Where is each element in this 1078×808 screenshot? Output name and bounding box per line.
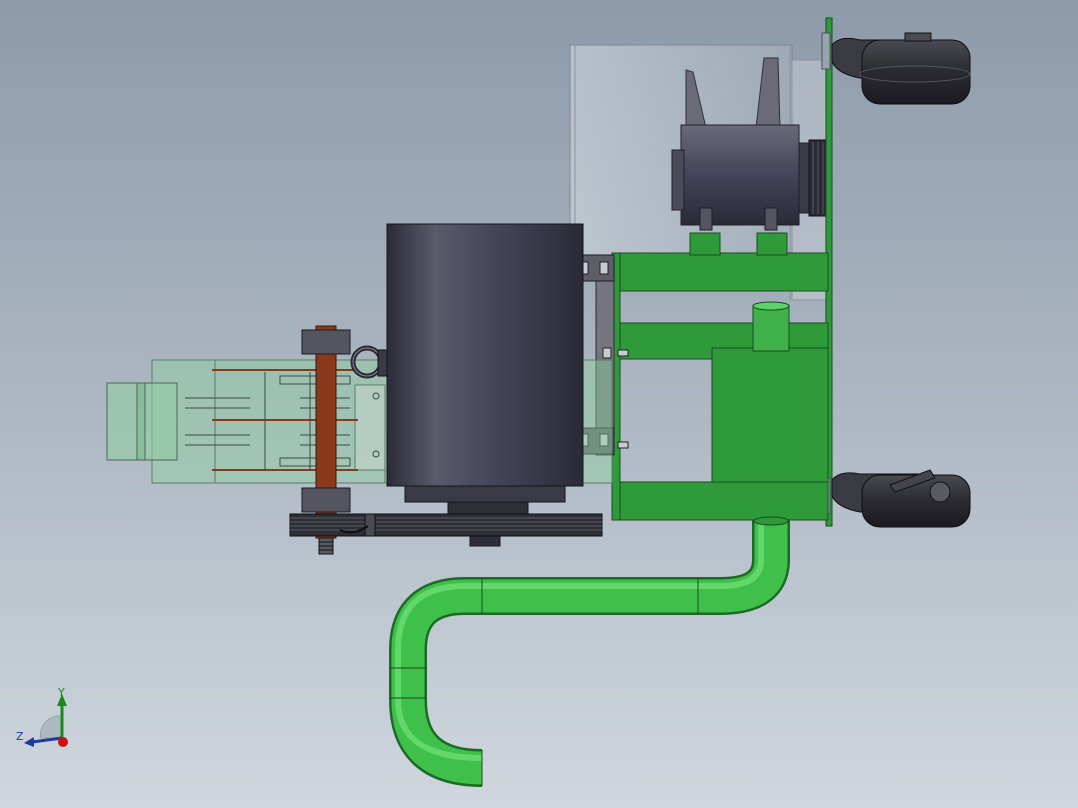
axis-y-label: Y bbox=[58, 686, 65, 699]
caster-wheel-bottom bbox=[821, 469, 971, 528]
main-motor bbox=[386, 223, 584, 547]
caster-wheel-top bbox=[821, 32, 971, 105]
cad-model-view bbox=[106, 17, 971, 787]
axis-z-label: Z bbox=[16, 730, 24, 743]
graphics-viewport[interactable]: Y Z bbox=[0, 0, 1078, 808]
discharge-pipe bbox=[389, 516, 790, 787]
green-frame bbox=[611, 232, 829, 521]
coordinate-triad-icon: Y Z bbox=[10, 686, 80, 756]
v-belt-pulley bbox=[289, 513, 603, 537]
